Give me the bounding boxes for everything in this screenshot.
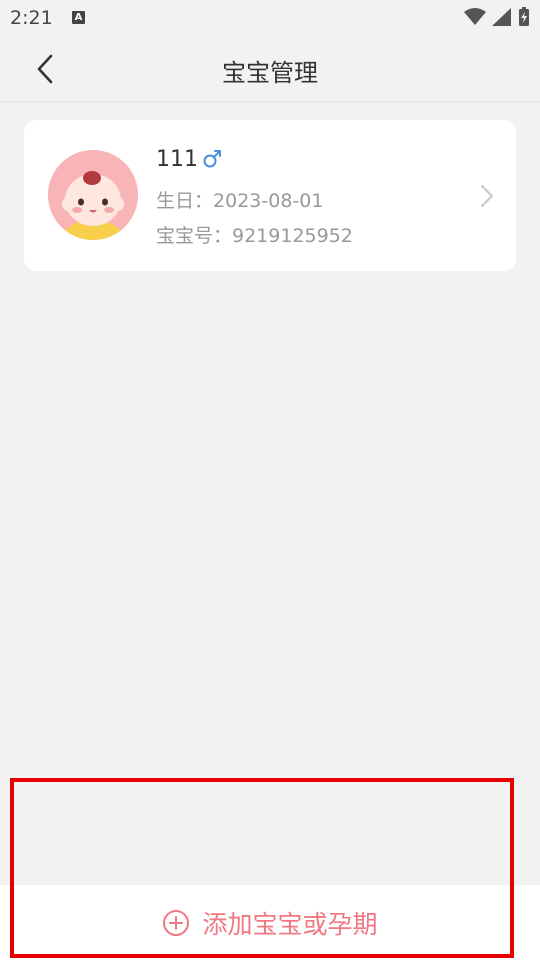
baby-face-icon bbox=[48, 150, 138, 240]
baby-id-value: 9219125952 bbox=[232, 225, 353, 247]
wifi-icon bbox=[464, 8, 486, 25]
page-title: 宝宝管理 bbox=[222, 59, 318, 87]
plus-circle-icon bbox=[163, 909, 190, 936]
birthday-value: 2023-08-01 bbox=[213, 190, 324, 212]
notification-a-icon: A bbox=[72, 11, 85, 24]
status-time: 2:21 bbox=[10, 7, 53, 29]
birthday-row: 生日：2023-08-01 bbox=[156, 186, 323, 213]
baby-id-label: 宝宝号： bbox=[156, 225, 233, 247]
bottom-action-bar: 添加宝宝或孕期 bbox=[0, 885, 540, 960]
add-baby-label: 添加宝宝或孕期 bbox=[202, 909, 378, 939]
signal-icon bbox=[492, 8, 511, 26]
baby-avatar bbox=[48, 150, 138, 240]
add-baby-or-pregnancy-button[interactable]: 添加宝宝或孕期 bbox=[0, 885, 540, 960]
baby-id-row: 宝宝号：9219125952 bbox=[156, 221, 353, 248]
top-nav-bar: 宝宝管理 bbox=[0, 36, 540, 102]
birthday-label: 生日： bbox=[156, 190, 214, 212]
status-bar: 2:21 A bbox=[0, 0, 540, 36]
battery-icon bbox=[519, 7, 529, 26]
male-gender-icon bbox=[203, 150, 221, 168]
baby-card[interactable]: 111 生日：2023-08-01 宝宝号：9219125952 bbox=[24, 120, 516, 271]
chevron-right-icon bbox=[481, 185, 493, 207]
status-icons bbox=[464, 7, 530, 27]
baby-name: 111 bbox=[156, 147, 198, 172]
